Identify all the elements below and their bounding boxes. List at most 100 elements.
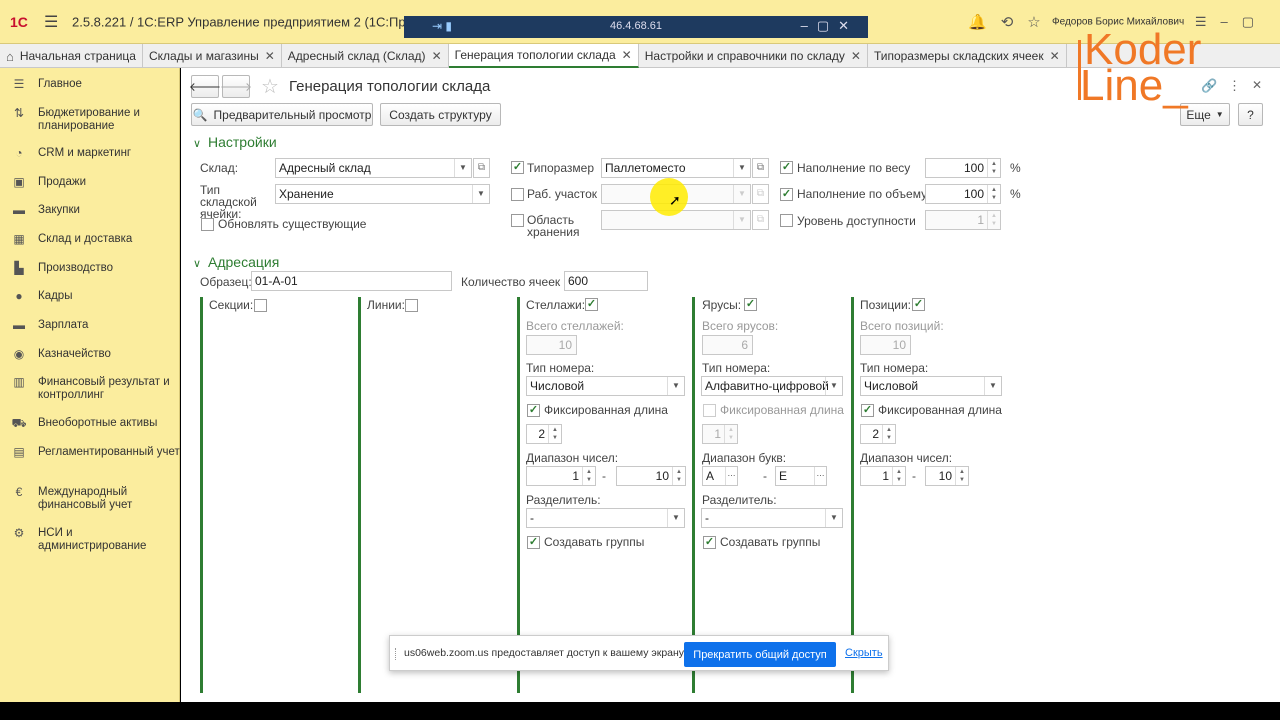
chevron-down-icon[interactable]: ▼ <box>825 509 842 527</box>
tiers-sep-select[interactable]: - ▼ <box>701 508 843 528</box>
fill-weight-checkbox[interactable]: ✓ <box>780 161 793 174</box>
toolbar-icons[interactable]: 🔔⟲☆ <box>968 13 1055 31</box>
lines-checkbox[interactable] <box>405 299 418 312</box>
tab-home[interactable]: ⌂ Начальная страница <box>0 44 143 68</box>
chevron-down-icon[interactable]: ▼ <box>667 377 684 395</box>
fill-volume-input[interactable]: 100 ▲ ▼ <box>925 184 1001 204</box>
spinner-icon[interactable]: ▲ ▼ <box>582 467 595 485</box>
positions-checkbox[interactable]: ✓ <box>912 298 925 311</box>
settings-section-title[interactable]: Настройки <box>208 134 277 150</box>
chevron-down-icon[interactable]: ▼ <box>454 159 471 177</box>
tiers-num-type-select[interactable]: Алфавитно-цифровой ▼ <box>701 376 843 396</box>
positions-fixed-len-checkbox[interactable]: ✓ <box>861 404 874 417</box>
tab-warehouse-settings[interactable]: Настройки и справочники по складу ✕ <box>639 44 868 68</box>
cell-type-select[interactable]: Хранение ▼ <box>275 184 490 204</box>
positions-fixed-len-input[interactable]: 2 ▲ ▼ <box>860 424 896 444</box>
cell-count-input[interactable]: 600 <box>564 271 648 291</box>
forward-button[interactable]: 🡒 <box>220 75 252 98</box>
access-level-input[interactable]: 1 ▲ ▼ <box>925 210 1001 230</box>
spinner-icon[interactable]: ▲ ▼ <box>987 159 1000 177</box>
close-icon[interactable]: ✕ <box>265 45 275 68</box>
sidebar-item-purchases[interactable]: ▬ Закупки <box>0 204 180 217</box>
tiers-checkbox[interactable]: ✓ <box>744 298 757 311</box>
tiers-fixed-len-checkbox[interactable] <box>703 404 716 417</box>
favorite-star-icon[interactable]: ☆ <box>261 74 279 99</box>
window-controls[interactable]: ☰–▢ <box>1195 14 1268 30</box>
size-select[interactable]: Паллетоместо ▼ <box>601 158 751 178</box>
work-area-checkbox[interactable] <box>511 188 524 201</box>
sidebar-item-warehouse[interactable]: ▦ Склад и доставка <box>0 233 180 246</box>
bell-icon[interactable]: 🔔 <box>968 14 1001 31</box>
close-icon[interactable]: ✕ <box>1050 45 1060 68</box>
sidebar-item-assets[interactable]: ⛟ Внеоборотные активы <box>0 417 180 430</box>
create-structure-button[interactable]: Создать структуру <box>380 103 501 126</box>
tab-topology-generation[interactable]: Генерация топологии склада ✕ <box>448 44 639 68</box>
zoom-window-controls[interactable]: –▢✕ <box>801 18 858 34</box>
chevron-down-icon[interactable]: ▼ <box>984 377 1001 395</box>
sidebar-item-main[interactable]: ☰ Главное <box>0 78 180 91</box>
spinner-icon[interactable]: ▲ ▼ <box>955 467 968 485</box>
collapse-addressing-icon[interactable]: ∨ <box>193 257 201 270</box>
tab-address-warehouse[interactable]: Адресный склад (Склад) ✕ <box>282 44 449 68</box>
sidebar-item-regulated[interactable]: ▤ Регламентированный учет <box>0 446 180 459</box>
positions-num-type-select[interactable]: Числовой ▼ <box>860 376 1002 396</box>
racks-fixed-len-input[interactable]: 2 ▲ ▼ <box>526 424 562 444</box>
star-icon[interactable]: ☆ <box>1027 14 1054 31</box>
ellipsis-icon[interactable]: ⋯ <box>725 467 737 485</box>
racks-fixed-len-checkbox[interactable]: ✓ <box>527 404 540 417</box>
warehouse-select[interactable]: Адресный склад ▼ <box>275 158 472 178</box>
more-vert-icon[interactable]: ⋮ <box>1228 78 1241 94</box>
racks-num-type-select[interactable]: Числовой ▼ <box>526 376 685 396</box>
sidebar-item-international[interactable]: € Международный финансовый учет <box>0 486 180 512</box>
close-icon[interactable]: ✕ <box>622 44 632 67</box>
sidebar-item-sales[interactable]: ▣ Продажи <box>0 176 180 189</box>
positions-range-from[interactable]: 1 ▲ ▼ <box>860 466 906 486</box>
close-icon[interactable]: ✕ <box>432 45 442 68</box>
tiers-groups-checkbox[interactable]: ✓ <box>703 536 716 549</box>
chevron-down-icon[interactable]: ▼ <box>733 159 750 177</box>
more-button[interactable]: Еще ▼ <box>1180 103 1230 126</box>
racks-checkbox[interactable]: ✓ <box>585 298 598 311</box>
sidebar-item-production[interactable]: ▙ Производство <box>0 262 180 275</box>
tiers-range-from[interactable]: А ⋯ <box>702 466 738 486</box>
sections-checkbox[interactable] <box>254 299 267 312</box>
collapse-settings-icon[interactable]: ∨ <box>193 137 201 150</box>
sidebar-item-crm[interactable]: ◔ CRM и маркетинг <box>0 147 180 160</box>
close-icon[interactable]: ✕ <box>851 45 861 68</box>
sidebar-item-treasury[interactable]: ◉ Казначейство <box>0 348 180 361</box>
spinner-icon[interactable]: ▲ ▼ <box>892 467 905 485</box>
sidebar-item-salary[interactable]: ▬ Зарплата <box>0 319 180 332</box>
chevron-down-icon[interactable]: ▼ <box>667 509 684 527</box>
chevron-down-icon[interactable]: ▼ <box>825 377 842 395</box>
tab-warehouses[interactable]: Склады и магазины ✕ <box>143 44 282 68</box>
racks-range-to[interactable]: 10 ▲ ▼ <box>616 466 686 486</box>
racks-groups-checkbox[interactable]: ✓ <box>527 536 540 549</box>
racks-range-from[interactable]: 1 ▲ ▼ <box>526 466 596 486</box>
main-menu-icon[interactable]: ☰ <box>44 12 58 32</box>
hide-link[interactable]: Скрыть <box>845 647 883 659</box>
sidebar-item-finance[interactable]: ▥ Финансовый результат и контроллинг <box>0 376 180 402</box>
history-icon[interactable]: ⟲ <box>1001 14 1028 31</box>
sample-input[interactable]: 01-А-01 <box>251 271 452 291</box>
update-existing-checkbox[interactable] <box>201 218 214 231</box>
close-form-icon[interactable]: ✕ <box>1252 78 1262 92</box>
ellipsis-icon[interactable]: ⋯ <box>814 467 826 485</box>
sidebar-item-admin[interactable]: ⚙ НСИ и администрирование <box>0 527 180 553</box>
sidebar-item-hr[interactable]: ● Кадры <box>0 290 180 303</box>
storage-area-checkbox[interactable] <box>511 214 524 227</box>
preview-button[interactable]: 🔍 Предварительный просмотр <box>191 103 373 126</box>
access-level-checkbox[interactable] <box>780 214 793 227</box>
drag-handle-icon[interactable] <box>395 648 397 660</box>
spinner-icon[interactable]: ▲ ▼ <box>882 425 895 443</box>
racks-sep-select[interactable]: - ▼ <box>526 508 685 528</box>
open-icon[interactable]: ⧉ <box>752 158 769 178</box>
spinner-icon[interactable]: ▲ ▼ <box>672 467 685 485</box>
sidebar-item-budget[interactable]: ⇅ Бюджетирование и планирование <box>0 107 180 133</box>
spinner-icon[interactable]: ▲ ▼ <box>987 185 1000 203</box>
spinner-icon[interactable]: ▲ ▼ <box>548 425 561 443</box>
size-checkbox[interactable]: ✓ <box>511 161 524 174</box>
stop-sharing-button[interactable]: Прекратить общий доступ <box>684 642 836 667</box>
chevron-down-icon[interactable]: ▼ <box>472 185 489 203</box>
tab-cell-sizes[interactable]: Типоразмеры складских ячеек ✕ <box>868 44 1067 68</box>
addressing-section-title[interactable]: Адресация <box>208 254 279 270</box>
